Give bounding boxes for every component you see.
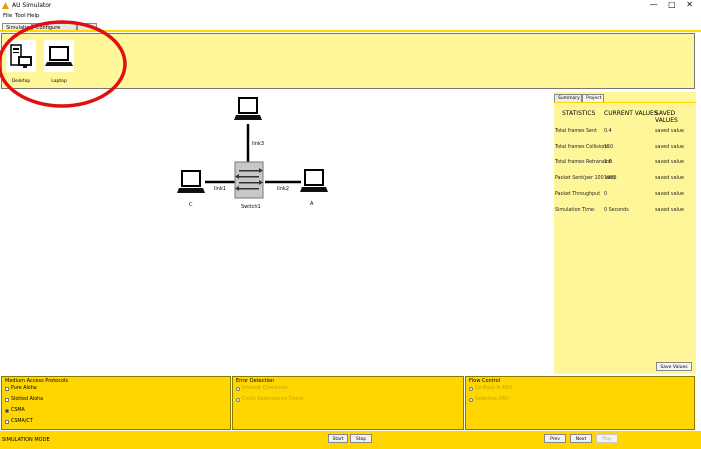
menu-tool[interactable]: Tool — [15, 13, 26, 19]
radio[interactable] — [236, 386, 240, 391]
option-go-back-n[interactable]: Go-Back-N ARQ — [469, 386, 512, 391]
option-selective-arq[interactable]: Selective ARQ — [469, 397, 509, 402]
palette-desktop-label: Desktop — [11, 79, 31, 84]
radio[interactable] — [469, 386, 473, 391]
palette-laptop[interactable] — [44, 40, 74, 72]
stat-current: 0 Seconds — [604, 208, 629, 213]
option-pure-aloha[interactable]: Pure Aloha — [5, 386, 37, 391]
header-statistics: STATISTICS — [562, 110, 596, 117]
flow-control-panel: Flow Control Go-Back-N ARQ Selective ARQ — [465, 376, 695, 430]
stop-button[interactable]: Stop — [350, 434, 372, 443]
radio[interactable] — [236, 397, 240, 402]
radio[interactable] — [469, 397, 473, 402]
link-top-label: link3 — [252, 141, 264, 147]
tab-project[interactable]: Project — [582, 94, 604, 102]
stat-saved: saved value — [655, 192, 684, 197]
option-csma-ct[interactable]: CSMA/CT — [5, 419, 33, 424]
stat-label: Packet Throughput — [555, 192, 601, 197]
topology-canvas[interactable]: link3 link1 link2 Switch1 C A — [1, 92, 553, 374]
link-right-label: link2 — [277, 186, 289, 192]
stat-saved: saved value — [655, 145, 684, 150]
option-csma[interactable]: CSMA — [5, 408, 25, 413]
stat-label: Simulation Time: — [555, 208, 596, 213]
header-saved-values: SAVED VALUES — [655, 110, 678, 124]
menu-help[interactable]: Help — [27, 13, 40, 19]
option-slotted-aloha[interactable]: Slotted Aloha — [5, 397, 43, 402]
device-palette: Desktop Laptop — [1, 33, 695, 89]
stat-label: Total frames Sent — [555, 129, 597, 134]
error-detection-panel: Error Detection Internet Checksum Cyclic… — [232, 376, 464, 430]
stat-label: Total frames Collisions — [555, 145, 609, 150]
next-button[interactable]: Next — [570, 434, 592, 443]
link-left-label: link1 — [214, 186, 226, 192]
node-left-label: C — [189, 202, 193, 208]
panel-tab-underline — [554, 102, 696, 103]
switch-icon[interactable] — [234, 161, 264, 199]
save-values-button[interactable]: Save Values — [656, 362, 692, 371]
window-controls[interactable]: — □ ✕ — [650, 0, 697, 9]
node-top-laptop[interactable] — [234, 97, 262, 120]
checkbox[interactable] — [5, 419, 9, 424]
palette-laptop-label: Laptop — [51, 79, 67, 84]
switch-label: Switch1 — [241, 204, 261, 210]
app-icon — [2, 2, 9, 9]
tab-summary[interactable]: Summary — [554, 94, 582, 102]
stat-current: 150 — [604, 145, 614, 150]
statistics-panel: Summary Project STATISTICS CURRENT VALUE… — [554, 92, 696, 374]
tab-underline — [0, 30, 701, 32]
title-bar: AU Simulator — □ ✕ — [0, 0, 701, 12]
checkbox[interactable] — [5, 386, 9, 391]
stat-current: 0 — [604, 192, 608, 197]
option-internet-checksum[interactable]: Internet Checksum — [236, 386, 288, 391]
error-detection-title: Error Detection — [236, 378, 275, 384]
flow-control-title: Flow Control — [469, 378, 501, 384]
start-button[interactable]: Start — [328, 434, 348, 443]
window-title: AU Simulator — [12, 2, 52, 9]
stat-saved: saved value — [655, 160, 684, 165]
status-text: SIMULATION MODE — [2, 437, 50, 443]
medium-access-title: Medium Access Protocols — [5, 378, 69, 384]
stat-saved: saved value — [655, 176, 684, 181]
node-right-label: A — [310, 201, 314, 207]
laptop-icon — [45, 46, 73, 66]
node-left-laptop[interactable] — [177, 170, 205, 193]
palette-desktop[interactable] — [6, 40, 36, 72]
checkbox[interactable] — [5, 397, 9, 402]
stat-saved: saved value — [655, 208, 684, 213]
prev-button[interactable]: Prev — [544, 434, 566, 443]
stat-current: 1.0 — [604, 160, 612, 165]
stat-saved: saved value — [655, 129, 684, 134]
stat-current: 1000 — [604, 176, 617, 181]
radio-selected[interactable] — [5, 408, 9, 413]
header-current-values: CURRENT VALUES — [604, 110, 658, 117]
node-right-laptop[interactable] — [300, 169, 328, 192]
menu-file[interactable]: File — [3, 13, 12, 19]
play-button[interactable]: Play — [596, 434, 618, 443]
option-crc[interactable]: Cyclic Redundancy Check — [236, 397, 304, 402]
desktop-icon — [10, 44, 32, 68]
stat-current: 0.4 — [604, 129, 612, 134]
medium-access-panel: Medium Access Protocols Pure Aloha Slott… — [1, 376, 231, 430]
menu-bar: File Tool Help — [0, 12, 701, 21]
